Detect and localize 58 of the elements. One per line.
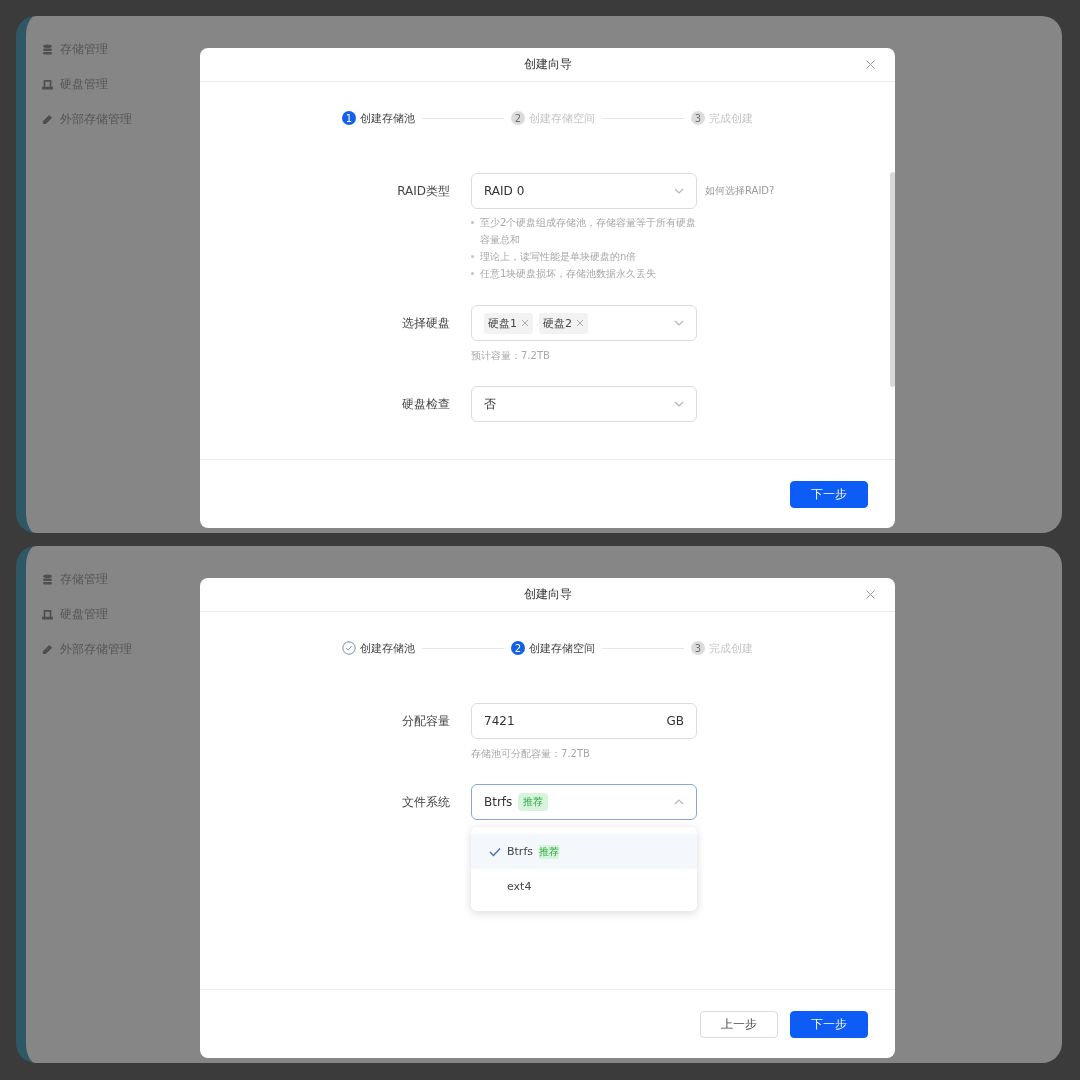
recommended-badge: 推荐	[539, 844, 559, 859]
select-value: 否	[484, 395, 496, 413]
step-label: 创建存储池	[360, 640, 415, 656]
step-number: 3	[691, 111, 705, 125]
scrollbar[interactable]	[890, 172, 895, 387]
note-text: 理论上，读写性能是单块硬盘的n倍	[480, 250, 637, 264]
back-button[interactable]: 上一步	[700, 1010, 778, 1038]
select-field[interactable]: Btrfs 推荐	[471, 784, 697, 820]
pen-icon	[42, 644, 53, 655]
close-icon[interactable]	[866, 60, 875, 69]
disk-tag[interactable]: 硬盘2	[539, 312, 588, 334]
bullet-icon	[471, 272, 474, 275]
step-number: 2	[511, 111, 525, 125]
close-icon[interactable]	[521, 319, 529, 327]
chevron-down-icon	[674, 401, 684, 407]
select-value: RAID 0	[484, 184, 525, 198]
database-icon	[42, 44, 53, 55]
capacity-field[interactable]: 7421 GB	[471, 703, 697, 739]
dropdown-option[interactable]: ext4	[471, 869, 697, 904]
close-icon[interactable]	[576, 319, 584, 327]
field-label: 硬盘检查	[401, 396, 450, 413]
database-icon	[42, 574, 53, 585]
select-value: Btrfs	[484, 795, 513, 809]
option-label: Btrfs	[507, 845, 533, 858]
field-label: 分配容量	[401, 713, 450, 730]
check-icon	[489, 846, 501, 857]
disk-tag[interactable]: 硬盘1	[484, 312, 533, 334]
step-number: 3	[691, 641, 705, 655]
pen-icon	[42, 114, 53, 125]
hint-text: 存储池可分配容量：7.2TB	[471, 747, 591, 761]
option-label: ext4	[507, 880, 532, 893]
step-number: 1	[342, 111, 356, 125]
bullet-icon	[471, 255, 474, 258]
field-label: 选择硬盘	[401, 315, 450, 332]
step-number: 2	[511, 641, 525, 655]
step-label: 创建存储空间	[529, 640, 595, 656]
hint-text: 预计容量：7.2TB	[471, 349, 551, 363]
next-button[interactable]: 下一步	[790, 1010, 868, 1038]
note-text: 至少2个硬盘组成存储池，存储容量等于所有硬盘容量总和	[480, 216, 697, 247]
bullet-icon	[471, 221, 474, 224]
select-field[interactable]: RAID 0	[471, 173, 697, 209]
recommended-badge: 推荐	[518, 793, 549, 811]
dropdown-option[interactable]: Btrfs 推荐	[471, 834, 697, 869]
next-button[interactable]: 下一步	[790, 480, 868, 508]
dialog-title: 创建向导	[523, 586, 572, 603]
field-label: 文件系统	[401, 794, 450, 811]
unit-label: GB	[666, 714, 684, 728]
input-value: 7421	[484, 714, 516, 728]
chevron-down-icon	[674, 188, 684, 194]
step-label: 创建存储池	[360, 110, 415, 126]
chevron-up-icon	[674, 799, 684, 805]
chevron-down-icon	[674, 320, 684, 326]
select-field[interactable]: 硬盘1 硬盘2	[471, 305, 697, 341]
note-text: 任意1块硬盘损坏，存储池数据永久丢失	[480, 267, 657, 281]
field-label: RAID类型	[396, 183, 450, 200]
select-field[interactable]: 否	[471, 386, 697, 422]
close-icon[interactable]	[866, 590, 875, 599]
dialog-title: 创建向导	[523, 56, 572, 73]
